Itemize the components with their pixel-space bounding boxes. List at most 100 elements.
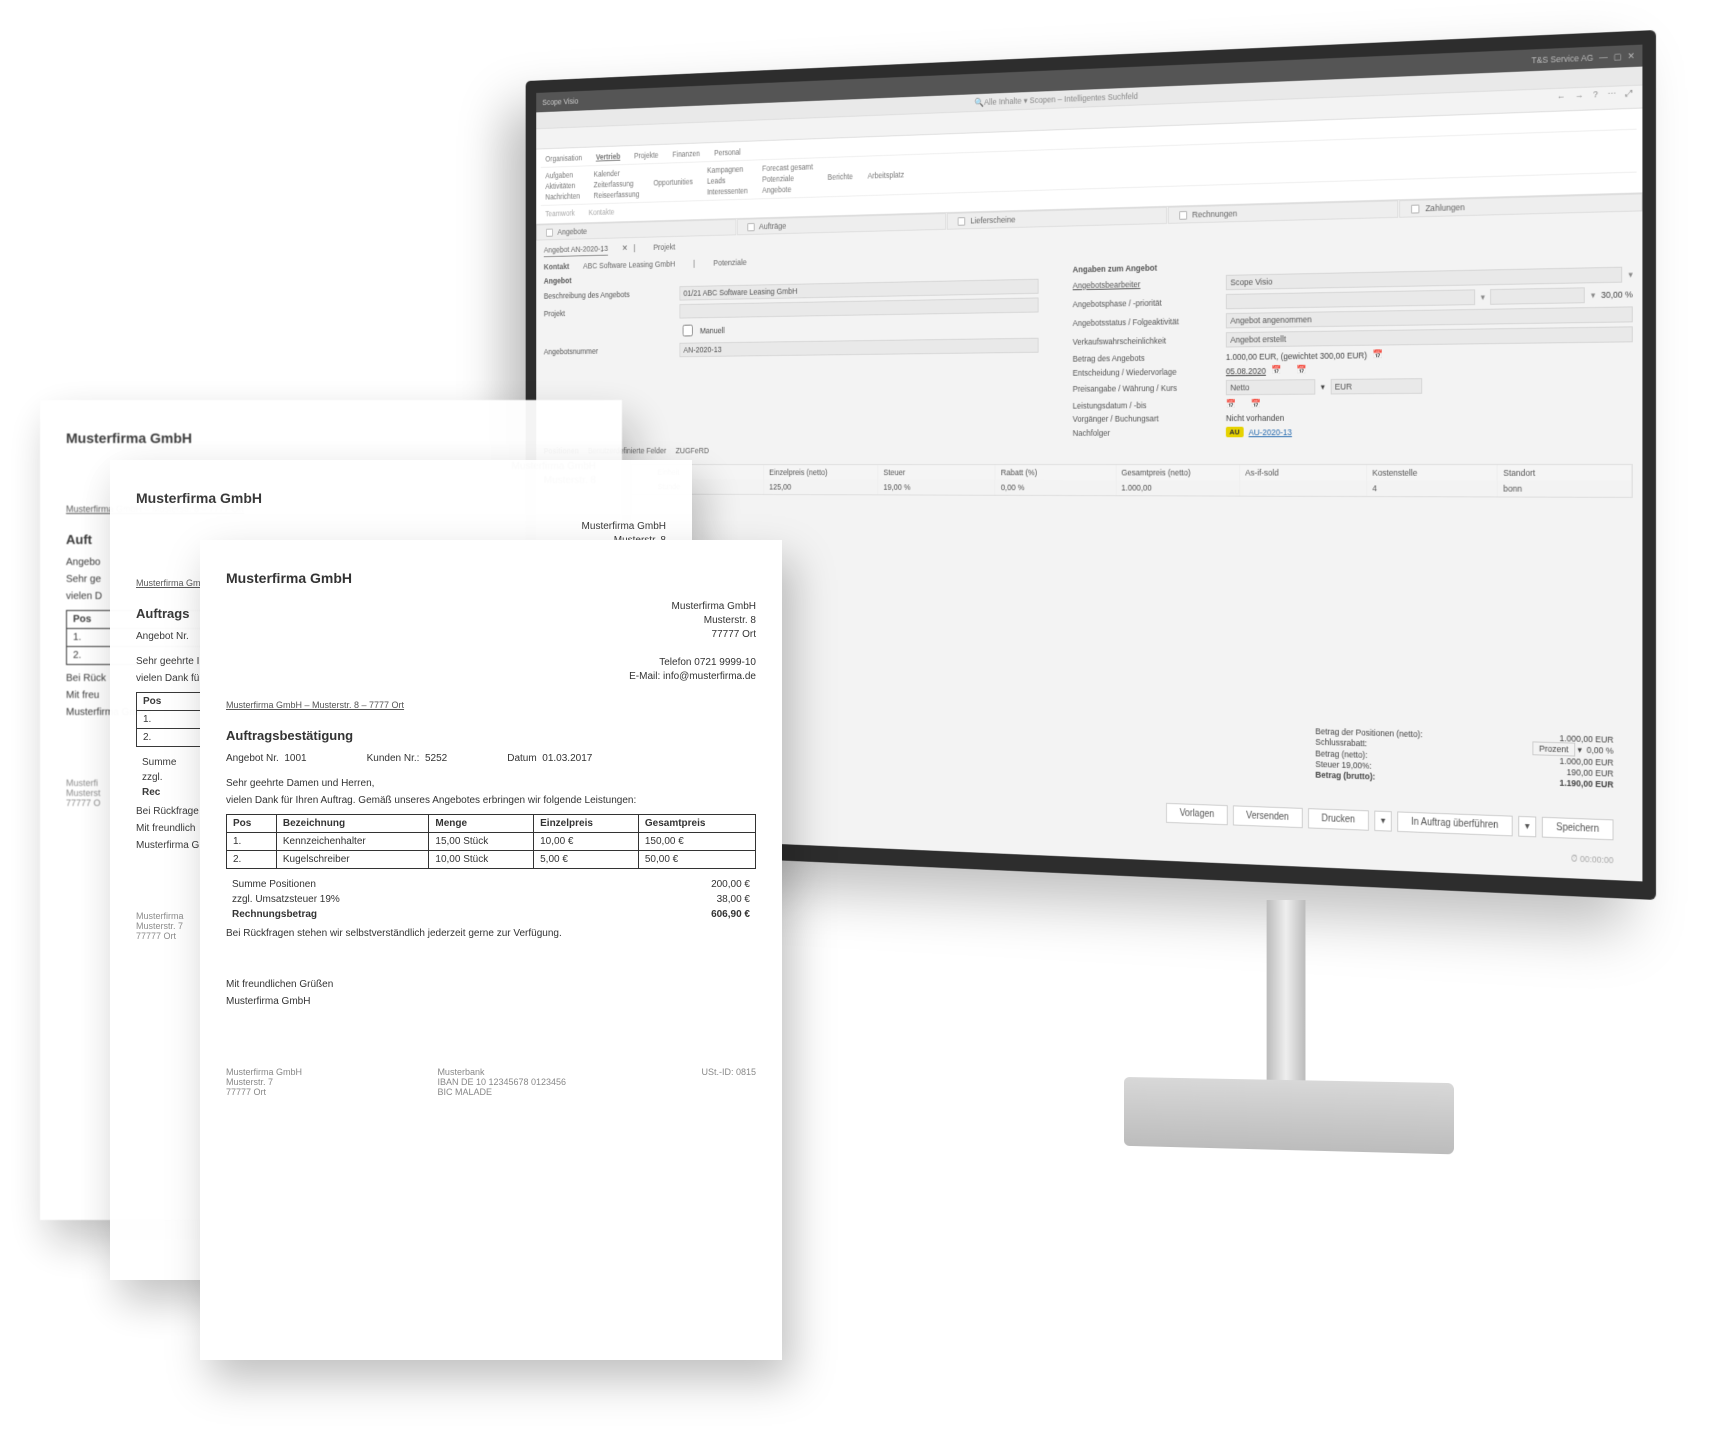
nav-organisation[interactable]: Organisation: [545, 153, 582, 163]
vorlagen-button[interactable]: Vorlagen: [1166, 803, 1227, 825]
rb-reiseerfassung[interactable]: Reiseerfassung: [594, 190, 640, 200]
drucken-button[interactable]: Drucken: [1308, 808, 1369, 831]
back-icon[interactable]: ←: [1557, 91, 1566, 109]
doc-company: Musterfirma GmbH: [226, 570, 756, 586]
nav-finanzen[interactable]: Finanzen: [673, 149, 700, 159]
angebot-section: Angebot: [544, 274, 675, 286]
cur-field[interactable]: EUR: [1330, 378, 1421, 394]
doc-table: PosBezeichnungMengeEinzelpreisGesamtprei…: [226, 814, 756, 869]
calendar-icon[interactable]: 📅: [1226, 399, 1236, 410]
sum-rab: 0,00 %: [1587, 745, 1614, 756]
col-asifsold[interactable]: As-if-sold: [1240, 465, 1367, 481]
vorg-value: Nicht vorhanden: [1226, 413, 1284, 423]
col-einzelpreis[interactable]: Einzelpreis (netto): [764, 465, 878, 480]
rb-leads[interactable]: Leads: [707, 175, 748, 185]
angaben-section: Angaben zum Angebot: [1073, 262, 1221, 275]
kontakt-label: Kontakt: [544, 262, 570, 271]
sum-br: 1.190,00 EUR: [1559, 778, 1613, 790]
doc-closing1: Bei Rückfragen stehen wir selbstverständ…: [226, 928, 756, 939]
nav-personal[interactable]: Personal: [714, 147, 741, 157]
doc-company: Musterfirma GmbH: [66, 430, 596, 446]
potenziale-link[interactable]: Potenziale: [713, 258, 746, 268]
timer-icon[interactable]: ⏱ 00:00:00: [1571, 854, 1614, 867]
col-rabatt[interactable]: Rabatt (%): [996, 465, 1116, 480]
rb-nachrichten[interactable]: Nachrichten: [545, 191, 580, 201]
fullscreen-icon[interactable]: ⤢: [1626, 88, 1633, 106]
grid-row[interactable]: 8,00Stunde125,00 19,00 %0,00 %1.000,00 4…: [545, 479, 1632, 497]
manuell-label: Manuell: [700, 325, 725, 334]
col-standort[interactable]: Standort: [1497, 465, 1631, 481]
phase-label: Angebotsphase / -priorität: [1073, 297, 1221, 309]
rb-kontakte[interactable]: Kontakte: [589, 207, 615, 217]
angebotsnr-field[interactable]: AN-2020-13: [680, 338, 1039, 357]
rb-angebote[interactable]: Angebote: [762, 184, 813, 195]
close-icon[interactable]: ✕: [1627, 50, 1634, 61]
betrag-value: 1.000,00 EUR, (gewichtet 300,00 EUR): [1226, 350, 1367, 361]
rb-forecast[interactable]: Forecast gesamt: [762, 162, 813, 173]
forward-icon[interactable]: →: [1575, 90, 1584, 108]
table-row: 2.Kugelschreiber10,00 Stück5,00 €50,00 €: [227, 851, 756, 869]
doc-greeting: Sehr geehrte Damen und Herren,: [226, 778, 756, 789]
speichern-button[interactable]: Speichern: [1542, 817, 1614, 841]
rb-zeiterfassung[interactable]: Zeiterfassung: [594, 179, 640, 189]
nav-projekte[interactable]: Projekte: [634, 150, 658, 160]
positions-grid: Menge Einheit Einzelpreis (netto) Steuer…: [544, 464, 1633, 498]
entsch-value[interactable]: 05.08.2020: [1226, 366, 1266, 376]
verkauf-field[interactable]: Angebot erstellt: [1226, 326, 1633, 347]
status-label: Angebotsstatus / Folgeaktivität: [1073, 316, 1221, 328]
linetab-zugferd[interactable]: ZUGFeRD: [676, 446, 709, 455]
preis-field[interactable]: Netto: [1226, 379, 1315, 395]
rb-potenziale[interactable]: Potenziale: [762, 173, 813, 184]
kontakt-value[interactable]: ABC Software Leasing GmbH: [583, 259, 675, 270]
maximize-icon[interactable]: ▢: [1613, 51, 1621, 62]
drucken-dropdown[interactable]: ▾: [1374, 811, 1391, 832]
calendar-icon[interactable]: 📅: [1251, 399, 1261, 410]
nach-badge: AU: [1226, 427, 1243, 438]
projekt-field[interactable]: [680, 297, 1039, 318]
bearb-label[interactable]: Angebotsbearbeiter: [1073, 278, 1221, 290]
rb-arbeitsplatz[interactable]: Arbeitsplatz: [868, 170, 904, 180]
leist-label: Leistungsdatum / -bis: [1073, 400, 1221, 410]
open-tab[interactable]: Angebot AN-2020-13: [544, 244, 608, 257]
verkauf-label: Verkaufswahrscheinlichkeit: [1073, 335, 1221, 346]
ueber-dropdown[interactable]: ▾: [1518, 816, 1536, 837]
rb-teamwork[interactable]: Teamwork: [545, 208, 575, 218]
col-steuer[interactable]: Steuer: [879, 465, 996, 480]
versenden-button[interactable]: Versenden: [1233, 805, 1303, 828]
besch-label: Beschreibung des Angebots: [544, 289, 675, 301]
priority-field[interactable]: [1490, 287, 1585, 304]
rb-opportunities[interactable]: Opportunities: [653, 177, 693, 187]
phase-pct: 30,00 %: [1601, 289, 1633, 300]
col-gesamt[interactable]: Gesamtpreis (netto): [1116, 465, 1240, 480]
doc-sender: Musterfirma GmbH – Musterstr. 8 – 7777 O…: [226, 700, 756, 710]
phase-field[interactable]: [1226, 289, 1475, 309]
tenant[interactable]: T&S Service AG: [1531, 52, 1593, 66]
doc-signature: Musterfirma GmbH: [226, 996, 756, 1007]
ueberfuehren-button[interactable]: In Auftrag überführen: [1397, 811, 1512, 836]
calendar-icon[interactable]: 📅: [1297, 365, 1307, 376]
minimize-icon[interactable]: —: [1599, 52, 1608, 63]
rb-interessenten[interactable]: Interessenten: [707, 186, 748, 196]
preis-label: Preisangabe / Währung / Kurs: [1073, 383, 1221, 394]
rb-kalender[interactable]: Kalender: [594, 168, 640, 178]
bearb-field[interactable]: Scope Visio: [1226, 267, 1623, 290]
rab-mode[interactable]: Prozent: [1532, 741, 1575, 756]
menu-icon[interactable]: ⋯: [1608, 89, 1617, 107]
angebotsnr-label: Angebotsnummer: [544, 346, 675, 357]
help-icon[interactable]: ?: [1593, 89, 1598, 107]
rb-aufgaben[interactable]: Aufgaben: [545, 170, 580, 180]
rb-aktivitaeten[interactable]: Aktivitäten: [545, 181, 580, 191]
manuell-check[interactable]: [683, 325, 693, 337]
nav-vertrieb[interactable]: Vertrieb: [596, 152, 620, 162]
nach-link[interactable]: AU-2020-13: [1249, 427, 1292, 437]
col-kostenstelle[interactable]: Kostenstelle: [1367, 465, 1498, 481]
rb-berichte[interactable]: Berichte: [828, 172, 853, 182]
calendar-icon[interactable]: 📅: [1373, 349, 1383, 360]
entsch-label: Entscheidung / Wiedervorlage: [1073, 366, 1221, 377]
rb-kampagnen[interactable]: Kampagnen: [707, 164, 748, 174]
project-breadcrumb: Projekt: [653, 242, 675, 254]
search-placeholder: Scopen – Intelligentes Suchfeld: [1030, 91, 1138, 105]
status-field[interactable]: Angebot angenommen: [1226, 306, 1633, 328]
calendar-icon[interactable]: 📅: [1271, 365, 1281, 376]
besch-field[interactable]: 01/21 ABC Software Leasing GmbH: [680, 279, 1039, 301]
